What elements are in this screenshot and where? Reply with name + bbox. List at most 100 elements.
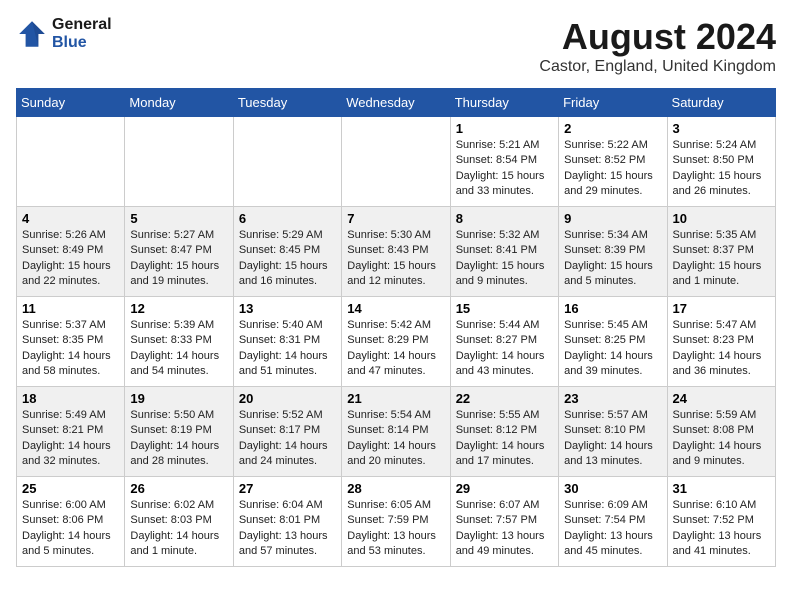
col-wednesday: Wednesday — [342, 89, 450, 117]
day-info: Sunrise: 5:30 AMSunset: 8:43 PMDaylight:… — [347, 228, 444, 290]
col-friday: Friday — [559, 89, 667, 117]
table-row: 27 Sunrise: 6:04 AMSunset: 8:01 PMDayligh… — [233, 477, 341, 567]
calendar-week-row: 18 Sunrise: 5:49 AMSunset: 8:21 PMDayligh… — [17, 387, 776, 477]
table-row: 29Sunrise: 6:07 AMSunset: 7:57 PMDayligh… — [450, 477, 558, 567]
col-tuesday: Tuesday — [233, 89, 341, 117]
table-row: 10Sunrise: 5:35 AMSunset: 8:37 PMDayligh… — [667, 207, 775, 297]
day-number: 4 — [22, 211, 119, 226]
day-number: 6 — [239, 211, 336, 226]
table-row: 15 Sunrise: 5:44 AMSunset: 8:27 PMDayligh… — [450, 297, 558, 387]
logo-text-line2: Blue — [52, 34, 112, 52]
logo-text-line1: General — [52, 16, 112, 34]
table-row: 9 Sunrise: 5:34 AMSunset: 8:39 PMDaylight… — [559, 207, 667, 297]
day-info: Sunrise: 5:27 AMSunset: 8:47 PMDaylight:… — [130, 228, 227, 290]
day-number: 23 — [564, 391, 661, 406]
table-row — [125, 117, 233, 207]
day-number: 7 — [347, 211, 444, 226]
day-number: 9 — [564, 211, 661, 226]
day-info: Sunrise: 5:42 AMSunset: 8:29 PMDaylight:… — [347, 318, 444, 380]
table-row: 12 Sunrise: 5:39 AMSunset: 8:33 PMDayligh… — [125, 297, 233, 387]
table-row: 11 Sunrise: 5:37 AMSunset: 8:35 PMDayligh… — [17, 297, 125, 387]
table-row: 16 Sunrise: 5:45 AMSunset: 8:25 PMDayligh… — [559, 297, 667, 387]
day-info: Sunrise: 5:22 AMSunset: 8:52 PMDaylight:… — [564, 138, 661, 200]
table-row — [17, 117, 125, 207]
day-number: 26 — [130, 481, 227, 496]
day-number: 21 — [347, 391, 444, 406]
table-row: 17 Sunrise: 5:47 AMSunset: 8:23 PMDayligh… — [667, 297, 775, 387]
day-number: 13 — [239, 301, 336, 316]
table-row: 30 Sunrise: 6:09 AMSunset: 7:54 PMDayligh… — [559, 477, 667, 567]
day-number: 30 — [564, 481, 661, 496]
day-number: 15 — [456, 301, 553, 316]
day-info: Sunrise: 5:50 AMSunset: 8:19 PMDaylight:… — [130, 408, 227, 470]
day-number: 24 — [673, 391, 770, 406]
day-info: Sunrise: 5:24 AMSunset: 8:50 PMDaylight:… — [673, 138, 770, 200]
table-row — [233, 117, 341, 207]
day-info: Sunrise: 5:54 AMSunset: 8:14 PMDaylight:… — [347, 408, 444, 470]
logo: General Blue — [16, 16, 112, 52]
day-info: Sunrise: 6:09 AMSunset: 7:54 PMDaylight:… — [564, 498, 661, 560]
table-row: 13Sunrise: 5:40 AMSunset: 8:31 PMDayligh… — [233, 297, 341, 387]
day-number: 8 — [456, 211, 553, 226]
table-row — [342, 117, 450, 207]
day-info: Sunrise: 5:49 AMSunset: 8:21 PMDaylight:… — [22, 408, 119, 470]
calendar-week-row: 1Sunrise: 5:21 AMSunset: 8:54 PMDaylight… — [17, 117, 776, 207]
day-info: Sunrise: 5:39 AMSunset: 8:33 PMDaylight:… — [130, 318, 227, 380]
day-info: Sunrise: 5:59 AMSunset: 8:08 PMDaylight:… — [673, 408, 770, 470]
table-row: 21 Sunrise: 5:54 AMSunset: 8:14 PMDayligh… — [342, 387, 450, 477]
calendar-header-row: Sunday Monday Tuesday Wednesday Thursday… — [17, 89, 776, 117]
table-row: 25 Sunrise: 6:00 AMSunset: 8:06 PMDayligh… — [17, 477, 125, 567]
day-number: 16 — [564, 301, 661, 316]
day-number: 17 — [673, 301, 770, 316]
table-row: 28Sunrise: 6:05 AMSunset: 7:59 PMDayligh… — [342, 477, 450, 567]
table-row: 26 Sunrise: 6:02 AMSunset: 8:03 PMDayligh… — [125, 477, 233, 567]
day-number: 19 — [130, 391, 227, 406]
table-row: 22Sunrise: 5:55 AMSunset: 8:12 PMDayligh… — [450, 387, 558, 477]
location: Castor, England, United Kingdom — [539, 58, 776, 76]
table-row: 4 Sunrise: 5:26 AMSunset: 8:49 PMDaylight… — [17, 207, 125, 297]
table-row: 31Sunrise: 6:10 AMSunset: 7:52 PMDayligh… — [667, 477, 775, 567]
calendar-table: Sunday Monday Tuesday Wednesday Thursday… — [16, 88, 776, 567]
table-row: 2 Sunrise: 5:22 AMSunset: 8:52 PMDaylight… — [559, 117, 667, 207]
day-number: 10 — [673, 211, 770, 226]
table-row: 14Sunrise: 5:42 AMSunset: 8:29 PMDayligh… — [342, 297, 450, 387]
day-info: Sunrise: 5:52 AMSunset: 8:17 PMDaylight:… — [239, 408, 336, 470]
day-number: 25 — [22, 481, 119, 496]
day-number: 18 — [22, 391, 119, 406]
day-number: 2 — [564, 121, 661, 136]
day-info: Sunrise: 5:26 AMSunset: 8:49 PMDaylight:… — [22, 228, 119, 290]
day-number: 22 — [456, 391, 553, 406]
day-number: 5 — [130, 211, 227, 226]
day-number: 20 — [239, 391, 336, 406]
table-row: 5 Sunrise: 5:27 AMSunset: 8:47 PMDaylight… — [125, 207, 233, 297]
month-year: August 2024 — [539, 16, 776, 58]
calendar-week-row: 25 Sunrise: 6:00 AMSunset: 8:06 PMDayligh… — [17, 477, 776, 567]
page-header: General Blue August 2024 Castor, England… — [16, 16, 776, 76]
calendar-week-row: 4 Sunrise: 5:26 AMSunset: 8:49 PMDaylight… — [17, 207, 776, 297]
day-info: Sunrise: 6:04 AMSunset: 8:01 PMDaylight:… — [239, 498, 336, 560]
col-thursday: Thursday — [450, 89, 558, 117]
table-row: 24 Sunrise: 5:59 AMSunset: 8:08 PMDayligh… — [667, 387, 775, 477]
table-row: 20 Sunrise: 5:52 AMSunset: 8:17 PMDayligh… — [233, 387, 341, 477]
day-info: Sunrise: 5:47 AMSunset: 8:23 PMDaylight:… — [673, 318, 770, 380]
table-row: 8Sunrise: 5:32 AMSunset: 8:41 PMDaylight… — [450, 207, 558, 297]
day-number: 27 — [239, 481, 336, 496]
day-info: Sunrise: 5:37 AMSunset: 8:35 PMDaylight:… — [22, 318, 119, 380]
day-info: Sunrise: 5:57 AMSunset: 8:10 PMDaylight:… — [564, 408, 661, 470]
day-number: 12 — [130, 301, 227, 316]
table-row: 18 Sunrise: 5:49 AMSunset: 8:21 PMDayligh… — [17, 387, 125, 477]
table-row: 23 Sunrise: 5:57 AMSunset: 8:10 PMDayligh… — [559, 387, 667, 477]
title-block: August 2024 Castor, England, United King… — [539, 16, 776, 76]
table-row: 3 Sunrise: 5:24 AMSunset: 8:50 PMDaylight… — [667, 117, 775, 207]
day-number: 3 — [673, 121, 770, 136]
day-info: Sunrise: 6:00 AMSunset: 8:06 PMDaylight:… — [22, 498, 119, 560]
col-saturday: Saturday — [667, 89, 775, 117]
day-info: Sunrise: 5:34 AMSunset: 8:39 PMDaylight:… — [564, 228, 661, 290]
day-number: 11 — [22, 301, 119, 316]
table-row: 1Sunrise: 5:21 AMSunset: 8:54 PMDaylight… — [450, 117, 558, 207]
table-row: 7 Sunrise: 5:30 AMSunset: 8:43 PMDaylight… — [342, 207, 450, 297]
day-info: Sunrise: 5:45 AMSunset: 8:25 PMDaylight:… — [564, 318, 661, 380]
day-info: Sunrise: 5:44 AMSunset: 8:27 PMDaylight:… — [456, 318, 553, 380]
day-info: Sunrise: 6:02 AMSunset: 8:03 PMDaylight:… — [130, 498, 227, 560]
col-sunday: Sunday — [17, 89, 125, 117]
